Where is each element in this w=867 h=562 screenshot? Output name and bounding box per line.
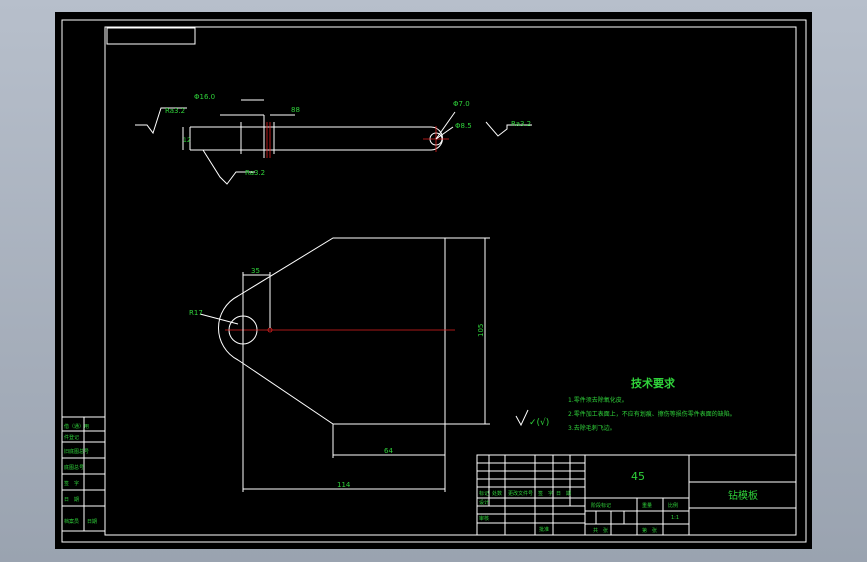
tb-sign: 签 字 xyxy=(538,490,553,497)
front-view: 35 R17 105 64 114 xyxy=(189,237,490,492)
tech-item-3: 3.去除毛刺飞边。 xyxy=(568,424,616,432)
tb-count: 处数 xyxy=(492,490,502,497)
tb-sheet-no: 第 张 xyxy=(642,527,657,534)
tb-stage: 阶段标记 xyxy=(591,502,611,509)
drawing-sheet: 借（通）用 件登记 旧底图总号 底图总号 签 字 日 期 档案员 日期 Ra3.… xyxy=(55,12,812,549)
top-view: Ra3.2 Ra3.2 Ra3.2 Φ16.0 88 Φ7.0 Φ8.5 12 xyxy=(135,93,532,185)
tb-review: 审核 xyxy=(479,515,489,522)
side-row-2: 旧底图总号 xyxy=(64,448,89,455)
dim-radius: R17 xyxy=(189,309,203,317)
tb-date: 日 期 xyxy=(556,491,571,497)
tb-mark: 标记 xyxy=(479,490,489,497)
tb-part-name: 钻模板 xyxy=(728,489,758,502)
tb-scale-label: 比例 xyxy=(668,502,678,509)
tech-item-1: 1.零件须去除氧化皮。 xyxy=(568,396,628,404)
dim-left-thickness: 12 xyxy=(183,137,191,144)
dim-hole-dia: Φ8.5 xyxy=(455,122,472,130)
tb-approve: 批准 xyxy=(539,526,549,533)
tb-design: 设计 xyxy=(479,499,489,506)
inner-frame xyxy=(104,26,797,536)
top-left-code-box xyxy=(106,27,196,45)
roughness-note: ✓(√) xyxy=(529,417,549,428)
cad-drawing: 借（通）用 件登记 旧底图总号 底图总号 签 字 日 期 档案员 日期 Ra3.… xyxy=(61,19,807,543)
roughness-bottom: Ra3.2 xyxy=(245,169,265,177)
side-row-4: 签 字 xyxy=(64,480,79,487)
dim-height: 105 xyxy=(477,324,485,337)
side-row-6: 档案员 xyxy=(64,518,79,525)
tb-change-file: 更改文件号 xyxy=(508,490,533,497)
dim-top-right: 88 xyxy=(291,106,300,114)
side-table: 借（通）用 件登记 旧底图总号 底图总号 签 字 日 期 档案员 日期 xyxy=(61,416,106,532)
dim-top-diameter: Φ16.0 xyxy=(194,93,215,101)
tb-material: 45 xyxy=(631,470,645,483)
outer-frame xyxy=(61,19,807,543)
tb-sheet-total: 共 张 xyxy=(593,527,608,534)
title-block: 标记 处数 更改文件号 签 字 日 期 设计 批准 审核 阶段标记 重量 比例 … xyxy=(476,454,797,536)
tech-item-2: 2.零件加工表面上，不应有划痕、擦伤等损伤零件表面的缺陷。 xyxy=(568,410,736,418)
side-row-3: 底图总号 xyxy=(64,464,84,471)
tech-title: 技术要求 xyxy=(631,376,676,390)
side-row-1: 件登记 xyxy=(64,434,79,441)
plate-outline xyxy=(217,237,446,425)
dim-hole-tol: Φ7.0 xyxy=(453,100,470,108)
dim-total-width: 114 xyxy=(337,481,351,489)
roughness-top-right: Ra3.2 xyxy=(511,120,531,128)
side-row-7: 日期 xyxy=(87,519,97,525)
tb-weight: 重量 xyxy=(642,502,652,509)
tech-requirements: 技术要求 1.零件须去除氧化皮。 2.零件加工表面上，不应有划痕、擦伤等损伤零件… xyxy=(515,376,736,432)
side-row-5: 日 期 xyxy=(64,497,79,503)
tb-scale-value: 1:1 xyxy=(671,515,679,521)
roughness-top-left: Ra3.2 xyxy=(165,107,185,115)
dim-bottom-width: 64 xyxy=(384,447,393,455)
dim-offset: 35 xyxy=(251,267,260,275)
side-row-0: 借（通）用 xyxy=(64,423,89,430)
